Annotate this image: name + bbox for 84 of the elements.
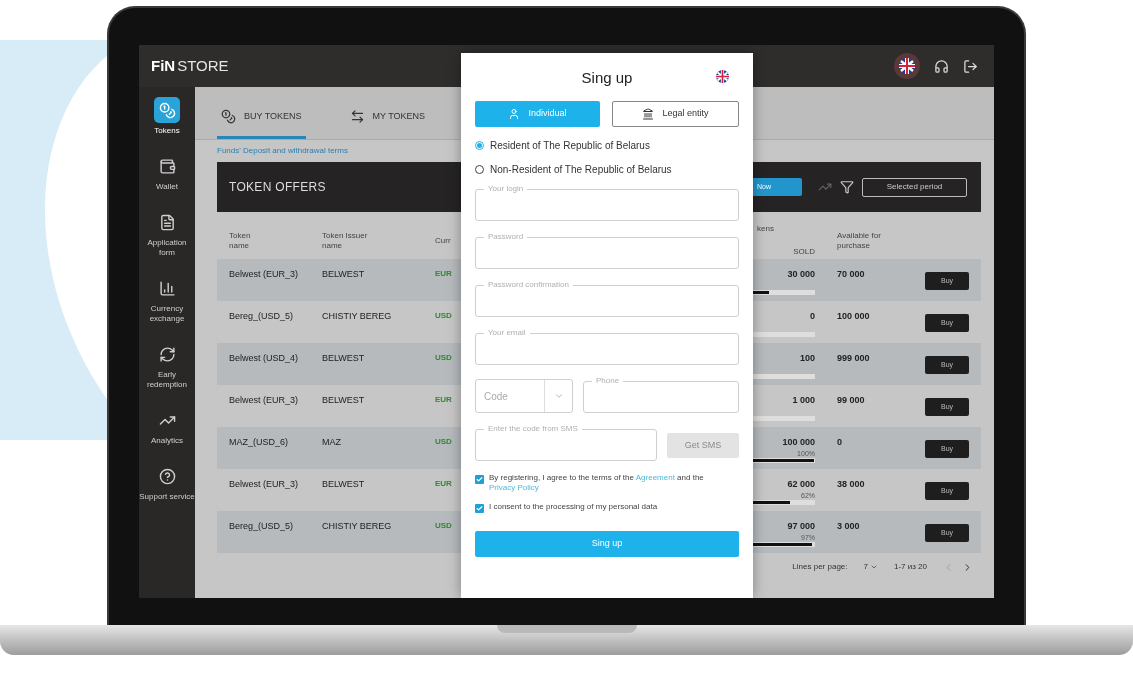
- lines-per-page-label: Lines per page:: [792, 561, 848, 573]
- table-cell-text: MAZ: [322, 436, 342, 449]
- table-cell-text: MAZ_(USD_6): [229, 436, 289, 449]
- table-cell-text: EUR: [435, 478, 453, 490]
- document-icon: [158, 213, 176, 231]
- table-cell-text: 99 000: [837, 394, 866, 407]
- refresh-icon: [158, 345, 176, 363]
- checkbox[interactable]: [475, 504, 484, 513]
- table-cell-text: USD: [435, 352, 453, 364]
- table-cell-text: BELWEST: [322, 352, 366, 365]
- filter-icon[interactable]: [840, 180, 854, 194]
- table-cell-text: USD: [435, 310, 453, 322]
- page-range: 1-7 из 20: [893, 561, 927, 573]
- coins-icon: [158, 101, 176, 119]
- caret-icon: [869, 563, 878, 571]
- table-cell-text: USD: [435, 436, 453, 448]
- column-header: kens: [757, 224, 774, 234]
- table-cell-text: USD: [435, 520, 453, 532]
- table-cell-text: BELWEST: [322, 478, 366, 491]
- table-cell-text: EUR: [435, 268, 453, 280]
- sidebar-item[interactable]: Wallet: [139, 153, 195, 192]
- sidebar-item[interactable]: Currency exchange: [139, 275, 195, 324]
- table-cell-text: CHISTIY BEREG: [322, 520, 393, 533]
- flag-icon: [899, 58, 915, 74]
- agreement-text: I consent to the processing of my personal data: [489, 502, 658, 512]
- checkbox[interactable]: [475, 475, 484, 484]
- table-cell-text: 62 000: [787, 478, 815, 491]
- table-cell-text: 100 000: [782, 436, 815, 449]
- building-icon: [642, 108, 655, 120]
- account-type-tab[interactable]: Legal entity: [612, 101, 739, 127]
- flag-icon: [716, 70, 729, 83]
- sidebar-item[interactable]: Analytics: [139, 407, 195, 446]
- column-header: Token Issuer name: [322, 230, 369, 251]
- wallet-icon: [158, 157, 176, 175]
- section-title: TOKEN OFFERS: [229, 179, 326, 196]
- table-cell-text: 70 000: [837, 268, 866, 281]
- table-cell-text: BELWEST: [322, 394, 366, 407]
- table-cell-text: 30 000: [787, 268, 815, 281]
- coins-icon: [221, 109, 236, 124]
- tab[interactable]: MY TOKENS: [345, 109, 430, 139]
- table-cell-text: 97 000: [787, 520, 815, 533]
- sidebar-item[interactable]: Application form: [139, 209, 195, 258]
- table-cell-text: BELWEST: [322, 268, 366, 281]
- lines-per-page-select[interactable]: 7: [863, 561, 878, 573]
- logout-icon[interactable]: [963, 58, 978, 74]
- table-cell-text: 999 000: [837, 352, 871, 365]
- table-cell-text: 1 000: [792, 394, 815, 407]
- dialog-title: Sing up: [581, 67, 633, 88]
- table-cell-text: Belwest (EUR_3): [229, 478, 300, 491]
- period-button[interactable]: Selected period: [862, 177, 967, 197]
- table-cell-text: Bereg_(USD_5): [229, 520, 295, 533]
- person-icon: [508, 108, 521, 120]
- radio-label: Non-Resident of The Republic of Belarus: [490, 163, 672, 177]
- caret-icon: [553, 391, 564, 401]
- logo-text: FiN: [151, 55, 176, 76]
- table-cell-text: Bereg_(USD_5): [229, 310, 295, 323]
- table-cell-text: CHISTIY BEREG: [322, 310, 393, 323]
- table-cell-text: Belwest (EUR_3): [229, 268, 300, 281]
- column-header: Token name: [229, 230, 252, 251]
- tab[interactable]: BUY TOKENS: [217, 109, 306, 139]
- column-header: Curr: [435, 235, 452, 246]
- sidebar-item[interactable]: Support service: [139, 463, 195, 502]
- table-cell-text: Belwest (EUR_3): [229, 394, 300, 407]
- bar-chart-icon: [158, 279, 176, 297]
- table-cell-text: 100: [799, 352, 815, 365]
- column-header: Available for purchase: [837, 230, 882, 251]
- radio-label: Resident of The Republic of Belarus: [490, 139, 650, 153]
- table-cell-text: 38 000: [837, 478, 866, 491]
- language-button[interactable]: [894, 53, 920, 79]
- help-icon: [158, 467, 176, 485]
- column-header: SOLD: [793, 247, 815, 257]
- support-icon[interactable]: [934, 58, 949, 74]
- radio-button[interactable]: [475, 141, 484, 150]
- table-cell-text: 3 000: [837, 520, 861, 533]
- table-cell-text: Belwest (USD_4): [229, 352, 300, 365]
- exchange-icon: [349, 109, 365, 124]
- sidebar-item[interactable]: Tokens: [139, 97, 195, 136]
- table-cell-text: EUR: [435, 394, 453, 406]
- table-cell-text: 0: [837, 436, 843, 449]
- table-cell-text: 0: [810, 310, 815, 323]
- logo-text: STORE: [177, 55, 229, 76]
- agreement-text: By registering, I agree to the terms of the Agreement and the Privacy Policy: [489, 473, 705, 493]
- sidebar-item[interactable]: Early redemption: [139, 341, 195, 390]
- table-cell-text: 100 000: [837, 310, 871, 323]
